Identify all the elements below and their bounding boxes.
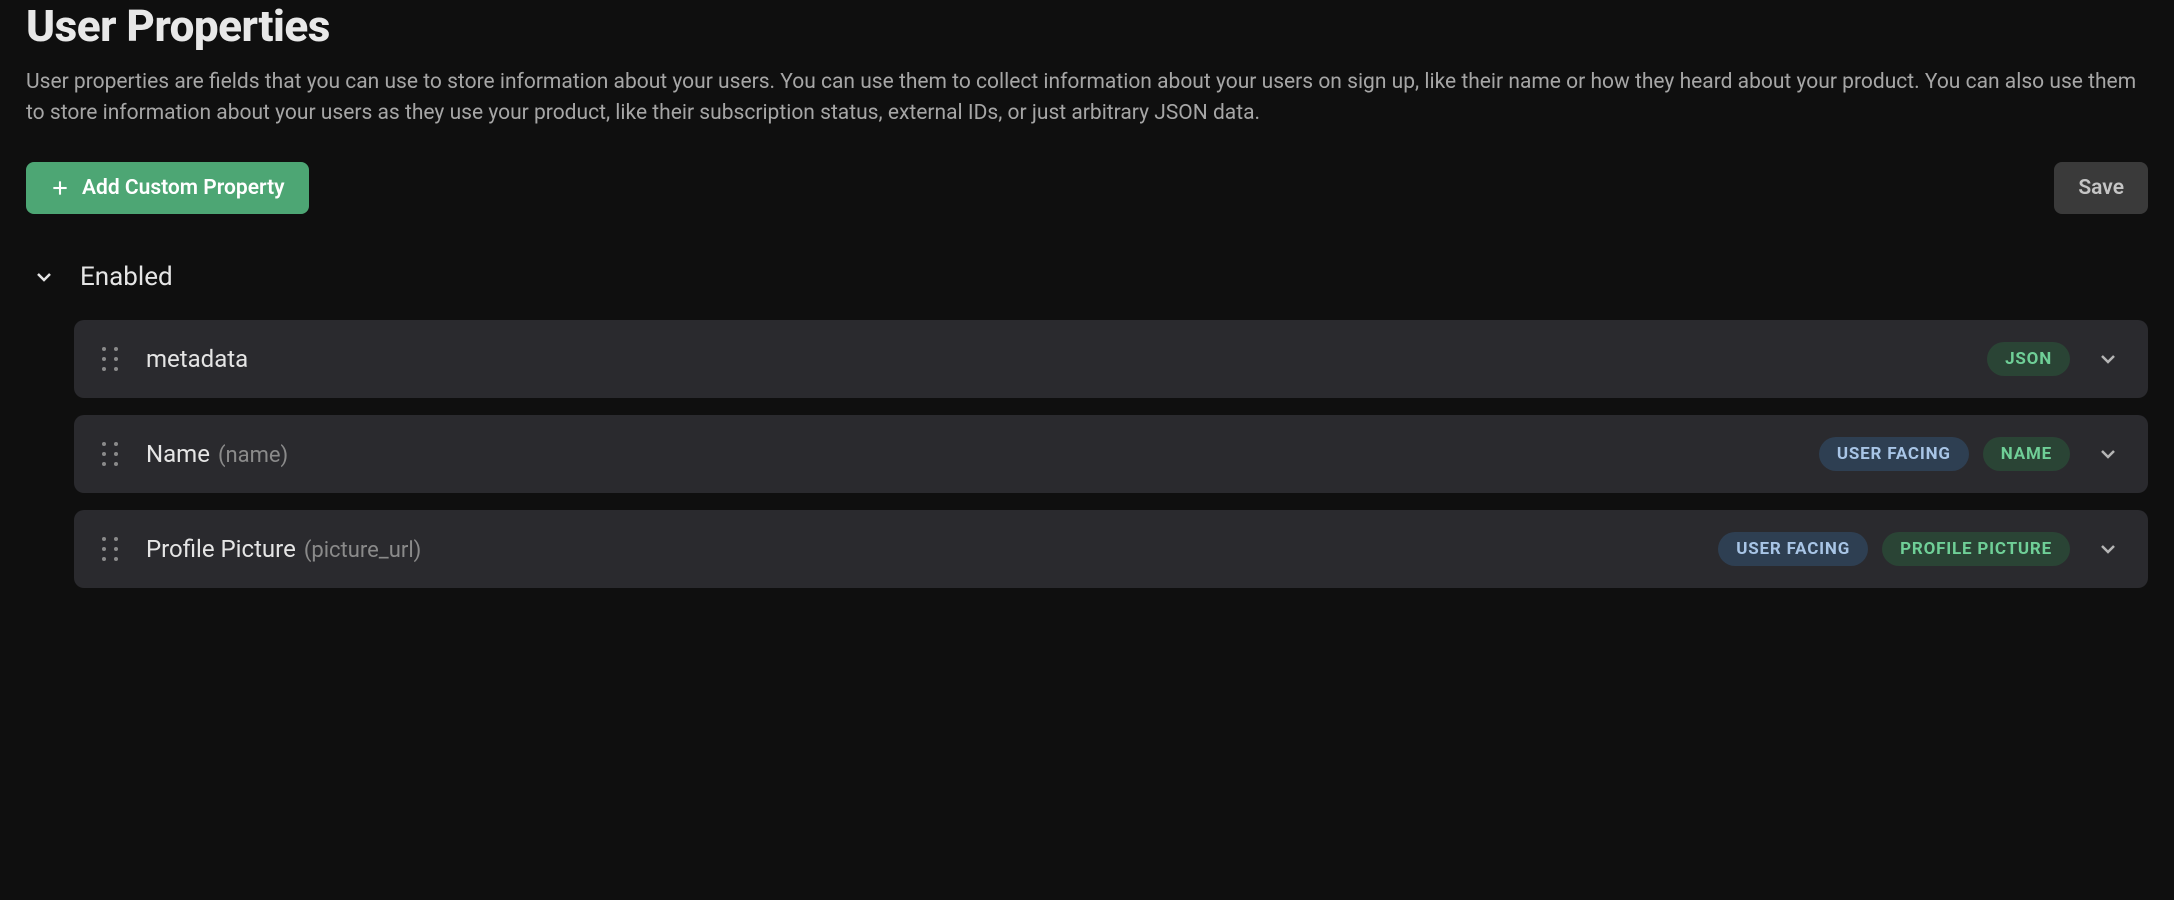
property-title-wrap: metadata xyxy=(146,345,1959,373)
property-label: Profile Picture xyxy=(146,535,296,563)
save-button-label: Save xyxy=(2078,176,2124,200)
toolbar: Add Custom Property Save xyxy=(26,162,2148,214)
plus-icon xyxy=(50,178,70,198)
property-badge: USER FACING xyxy=(1718,532,1868,566)
property-title-wrap: Profile Picture (picture_url) xyxy=(146,535,1690,563)
property-row[interactable]: metadata JSON xyxy=(74,320,2148,398)
property-badges: USER FACING NAME xyxy=(1819,437,2120,471)
drag-handle-icon[interactable] xyxy=(102,347,118,371)
add-custom-property-button[interactable]: Add Custom Property xyxy=(26,162,309,214)
property-list: metadata JSON Name (name) USER FACING NAME Pro… xyxy=(26,320,2148,588)
chevron-down-icon[interactable] xyxy=(2096,442,2120,466)
property-badges: USER FACING PROFILE PICTURE xyxy=(1718,532,2120,566)
property-badges: JSON xyxy=(1987,342,2120,376)
property-badge: NAME xyxy=(1983,437,2070,471)
property-label: metadata xyxy=(146,345,248,373)
chevron-down-icon[interactable] xyxy=(2096,537,2120,561)
drag-handle-icon[interactable] xyxy=(102,442,118,466)
property-sublabel: (name) xyxy=(218,443,288,468)
property-row[interactable]: Profile Picture (picture_url) USER FACING P… xyxy=(74,510,2148,588)
property-row[interactable]: Name (name) USER FACING NAME xyxy=(74,415,2148,493)
chevron-down-icon xyxy=(32,265,56,289)
save-button[interactable]: Save xyxy=(2054,162,2148,214)
section-title: Enabled xyxy=(80,262,173,292)
property-sublabel: (picture_url) xyxy=(304,538,422,563)
page-description: User properties are fields that you can … xyxy=(26,67,2148,130)
chevron-down-icon[interactable] xyxy=(2096,347,2120,371)
property-badge: USER FACING xyxy=(1819,437,1969,471)
add-button-label: Add Custom Property xyxy=(82,176,285,200)
property-label: Name xyxy=(146,440,210,468)
drag-handle-icon[interactable] xyxy=(102,537,118,561)
section-header-enabled[interactable]: Enabled xyxy=(26,262,2148,292)
page-title: User Properties xyxy=(26,0,2148,53)
property-badge: PROFILE PICTURE xyxy=(1882,532,2070,566)
property-title-wrap: Name (name) xyxy=(146,440,1791,468)
property-badge: JSON xyxy=(1987,342,2070,376)
